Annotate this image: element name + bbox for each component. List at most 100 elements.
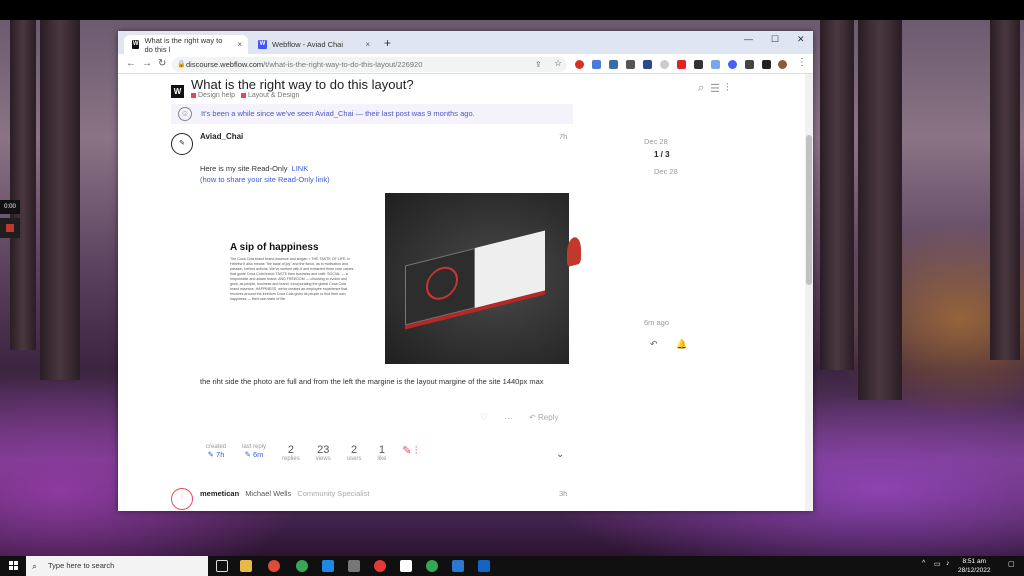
stat-last-reply[interactable]: last reply ✎ 6m [242,444,266,459]
scrollbar-thumb[interactable] [806,135,812,285]
notification-bell-icon[interactable]: 🔔 [676,339,687,350]
extension-icon[interactable] [694,60,703,69]
hamburger-menu-icon[interactable]: ☰ [710,82,720,95]
tab-webflow[interactable]: W Webflow - Aviad Chai × [250,35,376,54]
post-age[interactable]: 3h [559,489,567,498]
tree [820,20,854,370]
topic-title[interactable]: What is the right way to do this layout? [191,77,414,92]
tree [10,20,36,350]
app-icon[interactable] [478,560,490,572]
file-explorer-icon[interactable] [240,560,252,572]
timeline-bottom[interactable]: 6m ago [644,312,669,330]
extension-icon[interactable] [711,60,720,69]
tab-title: Webflow - Aviad Chai [272,40,344,49]
stat-replies: 2 replies [282,444,300,462]
webflow-favicon-icon: W [258,40,267,49]
stat-users: 2 users [346,444,362,462]
reload-icon[interactable]: ↻ [158,58,166,69]
app-icon[interactable] [296,560,308,572]
reply-button[interactable]: ↶ Reply [529,413,558,422]
forward-arrow-icon[interactable]: → [142,58,152,69]
app-icon[interactable] [426,560,438,572]
extension-icon[interactable] [609,60,618,69]
share-howto-link[interactable]: (how to share your site Read-Only link) [200,175,330,184]
youtube-extension-icon[interactable] [677,60,686,69]
address-toolbar: ← → ↻ 🔒 discourse.webflow.com/t/what-is-… [118,54,813,74]
search-icon[interactable]: ⌕ [698,82,704,95]
timeline-position[interactable]: 1 / 3 [654,150,670,159]
notifications-icon[interactable]: ▢ [1008,560,1015,568]
post-username[interactable]: memetican [200,489,239,498]
avatar[interactable]: ✎ [171,133,193,155]
side-panel-icon[interactable] [762,60,771,69]
topic-categories: Design help Layout & Design [191,92,299,99]
tab-bar: W What is the right way to do this l × W… [118,31,813,54]
post-image[interactable] [385,193,581,364]
extension-icon[interactable] [643,60,652,69]
category-badge[interactable]: Layout & Design [240,92,299,99]
minimize-button[interactable]: — [744,34,753,44]
user-title: Community Specialist [297,489,370,498]
notion-icon[interactable] [400,560,412,572]
tree [40,20,80,380]
participant-avatars[interactable]: ✎ ⫶ [402,444,417,458]
taskbar-search-input[interactable]: ⌕ Type here to search [26,556,208,576]
more-options-icon[interactable]: ··· [504,413,513,423]
stop-recording-button[interactable] [0,218,20,238]
lock-icon: 🔒 [177,61,186,68]
bookmark-star-icon[interactable]: ☆ [554,58,563,68]
close-tab-icon[interactable]: × [237,40,242,49]
network-icon[interactable]: ▭ [934,560,941,568]
extension-icon[interactable] [575,60,584,69]
share-icon[interactable]: ⇪ [535,60,544,69]
app-icon[interactable] [374,560,386,572]
stat-likes: 1 like [377,444,387,462]
url-bar[interactable]: 🔒 discourse.webflow.com/t/what-is-the-ri… [172,57,567,72]
app-icon[interactable] [452,560,464,572]
tray-chevron-icon[interactable]: ^ [922,560,925,567]
app-icon[interactable] [348,560,360,572]
post-username[interactable]: Aviad_Chai [200,132,243,141]
category-color-icon [191,92,196,98]
post-age[interactable]: 7h [559,132,567,141]
volume-icon[interactable]: ♪ [946,560,950,567]
extension-icon[interactable] [728,60,737,69]
close-window-button[interactable]: ✕ [797,34,805,45]
profile-avatar-icon[interactable] [778,60,787,69]
stat-created[interactable]: created ✎ 7h [206,444,226,459]
extension-icon[interactable] [592,60,601,69]
image-body-text: The Coca Cola brand brand essence and sl… [230,257,354,301]
puzzle-icon[interactable] [745,60,754,69]
tree [990,20,1020,360]
avatar[interactable]: ⫶ [171,488,193,510]
windows-start-icon[interactable] [9,561,19,571]
close-tab-icon[interactable]: × [365,40,370,49]
category-badge[interactable]: Design help [191,92,235,99]
app-icon[interactable] [322,560,334,572]
avatar-mini-icon: ✎ [207,450,214,459]
image-heading: A sip of happiness [230,242,319,253]
task-view-icon[interactable] [216,560,228,572]
chevron-down-icon[interactable]: ⌄ [556,449,564,460]
page-scrollbar[interactable] [805,74,813,511]
chrome-icon[interactable] [268,560,280,572]
reply-arrow-icon[interactable]: ↶ [650,339,658,350]
like-heart-icon[interactable]: ♡ [480,412,488,423]
browser-window: W What is the right way to do this l × W… [118,31,813,511]
user-avatar-icon[interactable]: ⫶ [726,82,729,95]
inactive-user-notice: ☺ It's been a while since we've seen Avi… [171,104,573,124]
site-link[interactable]: LINK [292,164,309,173]
maximize-button[interactable]: ☐ [771,34,779,45]
back-arrow-icon[interactable]: ← [126,58,136,69]
timeline-position-date: Dec 28 [654,167,678,176]
post-fullname[interactable]: Michael Wells [245,489,291,498]
extension-icon[interactable] [660,60,669,69]
extension-icon[interactable] [626,60,635,69]
tab-discourse[interactable]: W What is the right way to do this l × [124,35,248,54]
webflow-logo[interactable]: W [171,85,184,98]
url-host: discourse.webflow.com [186,60,264,69]
timeline-top-date[interactable]: Dec 28 [644,131,668,149]
new-tab-button[interactable]: + [384,36,391,50]
taskbar-clock[interactable]: 8:51 am 28/12/2022 [958,557,991,575]
kebab-menu-icon[interactable]: ⋮ [797,57,807,68]
